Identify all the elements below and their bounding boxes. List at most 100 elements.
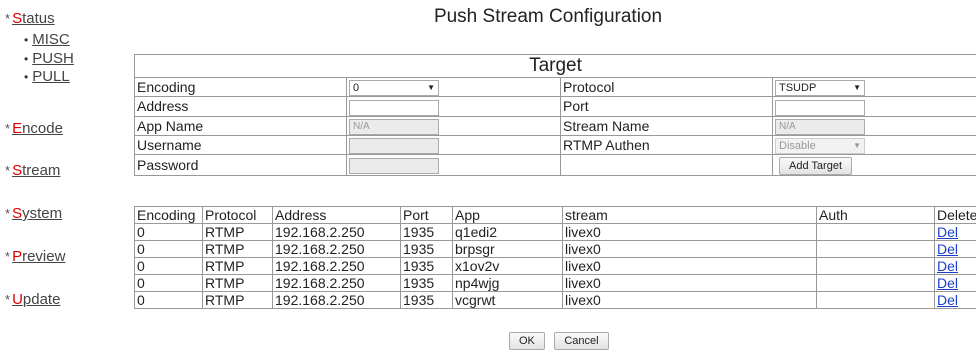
bullet-star-icon: * — [5, 121, 10, 136]
bullet-star-icon: * — [5, 11, 10, 26]
cell-stream: livex0 — [563, 224, 817, 241]
sidebar-item-preview[interactable]: *Preview — [5, 248, 65, 265]
cell-address: 192.168.2.250 — [273, 275, 401, 292]
header-port: Port — [401, 207, 453, 224]
delete-link[interactable]: Del — [937, 292, 958, 308]
stream-name-input[interactable]: N/A — [775, 119, 865, 135]
delete-link[interactable]: Del — [937, 258, 958, 274]
sidebar-link-misc[interactable]: MISC — [32, 31, 70, 48]
header-protocol: Protocol — [203, 207, 273, 224]
cell-encoding: 0 — [135, 275, 203, 292]
cell-port: 1935 — [401, 275, 453, 292]
port-label: Port — [561, 97, 773, 116]
header-address: Address — [273, 207, 401, 224]
page-title: Push Stream Configuration — [0, 6, 976, 28]
dropdown-arrow-icon: ▼ — [853, 81, 861, 95]
cell-protocol: RTMP — [203, 258, 273, 275]
rtmp-authen-select[interactable]: Disable▼ — [775, 138, 865, 154]
cell-auth — [817, 224, 935, 241]
protocol-label: Protocol — [561, 78, 773, 97]
form-actions: OK Cancel — [509, 331, 614, 350]
header-app: App — [453, 207, 563, 224]
cell-address: 192.168.2.250 — [273, 258, 401, 275]
bullet-star-icon: * — [5, 163, 10, 178]
cell-port: 1935 — [401, 258, 453, 275]
cell-port: 1935 — [401, 241, 453, 258]
table-row: 0 RTMP 192.168.2.250 1935 q1edi2 livex0 … — [135, 224, 976, 241]
bullet-star-icon: * — [5, 292, 10, 307]
bullet-dot-icon: • — [24, 33, 28, 47]
cell-protocol: RTMP — [203, 292, 273, 309]
sidebar: *Status •MISC •PUSH •PULL *Encode *Strea… — [0, 0, 120, 349]
cell-app: q1edi2 — [453, 224, 563, 241]
cell-stream: livex0 — [563, 241, 817, 258]
stream-list-table: Encoding Protocol Address Port App strea… — [134, 206, 976, 309]
rtmp-authen-label: RTMP Authen — [561, 135, 773, 154]
port-input[interactable] — [775, 100, 865, 116]
sidebar-item-encode[interactable]: *Encode — [5, 120, 63, 137]
target-title: Target — [135, 55, 976, 78]
cell-auth — [817, 241, 935, 258]
delete-link[interactable]: Del — [937, 224, 958, 240]
sidebar-link-stream[interactable]: Stream — [12, 162, 60, 179]
cell-app: x1ov2v — [453, 258, 563, 275]
sidebar-link-push[interactable]: PUSH — [32, 50, 74, 67]
sidebar-item-status[interactable]: *Status — [5, 10, 55, 27]
bullet-dot-icon: • — [24, 52, 28, 66]
cell-app: vcgrwt — [453, 292, 563, 309]
ok-button[interactable]: OK — [509, 332, 545, 350]
table-row: 0 RTMP 192.168.2.250 1935 brpsgr livex0 … — [135, 241, 976, 258]
cell-stream: livex0 — [563, 275, 817, 292]
bullet-star-icon: * — [5, 249, 10, 264]
table-row: 0 RTMP 192.168.2.250 1935 x1ov2v livex0 … — [135, 258, 976, 275]
sidebar-link-system[interactable]: System — [12, 205, 62, 222]
sidebar-item-system[interactable]: *System — [5, 205, 62, 222]
sidebar-sub-push[interactable]: • PUSH — [24, 50, 74, 67]
sidebar-link-pull[interactable]: PULL — [32, 68, 70, 85]
table-header-row: Encoding Protocol Address Port App strea… — [135, 207, 976, 224]
cell-auth — [817, 292, 935, 309]
sidebar-link-preview[interactable]: Preview — [12, 248, 65, 265]
app-name-input[interactable]: N/A — [349, 119, 439, 135]
sidebar-sub-misc[interactable]: • MISC — [24, 31, 70, 48]
table-row: 0 RTMP 192.168.2.250 1935 vcgrwt livex0 … — [135, 292, 976, 309]
cell-app: brpsgr — [453, 241, 563, 258]
header-stream: stream — [563, 207, 817, 224]
sidebar-link-encode[interactable]: Encode — [12, 120, 63, 137]
cell-protocol: RTMP — [203, 241, 273, 258]
cell-app: np4wjg — [453, 275, 563, 292]
cell-protocol: RTMP — [203, 275, 273, 292]
header-auth: Auth — [817, 207, 935, 224]
cell-encoding: 0 — [135, 241, 203, 258]
sidebar-item-update[interactable]: *Update — [5, 291, 60, 308]
add-target-button[interactable]: Add Target — [779, 157, 852, 175]
sidebar-link-update[interactable]: Update — [12, 291, 60, 308]
cancel-button[interactable]: Cancel — [554, 332, 608, 350]
sidebar-item-stream[interactable]: *Stream — [5, 162, 60, 179]
username-input[interactable] — [349, 138, 439, 154]
password-input[interactable] — [349, 158, 439, 174]
encoding-select[interactable]: 0▼ — [349, 80, 439, 96]
password-label: Password — [135, 155, 347, 176]
sidebar-link-status[interactable]: Status — [12, 10, 55, 27]
cell-encoding: 0 — [135, 258, 203, 275]
table-row: 0 RTMP 192.168.2.250 1935 np4wjg livex0 … — [135, 275, 976, 292]
cell-encoding: 0 — [135, 292, 203, 309]
delete-link[interactable]: Del — [937, 275, 958, 291]
address-input[interactable] — [349, 100, 439, 116]
encoding-label: Encoding — [135, 78, 347, 97]
address-label: Address — [135, 97, 347, 116]
dropdown-arrow-icon: ▼ — [427, 81, 435, 95]
sidebar-sub-pull[interactable]: •PULL — [24, 68, 70, 85]
cell-address: 192.168.2.250 — [273, 241, 401, 258]
cell-port: 1935 — [401, 292, 453, 309]
username-label: Username — [135, 135, 347, 154]
cell-auth — [817, 258, 935, 275]
dropdown-arrow-icon: ▼ — [853, 139, 861, 153]
protocol-select[interactable]: TSUDP▼ — [775, 80, 865, 96]
cell-auth — [817, 275, 935, 292]
delete-link[interactable]: Del — [937, 241, 958, 257]
cell-address: 192.168.2.250 — [273, 224, 401, 241]
cell-stream: livex0 — [563, 292, 817, 309]
target-table: Target Encoding 0▼ Protocol TSUDP▼ Addre… — [134, 54, 976, 176]
